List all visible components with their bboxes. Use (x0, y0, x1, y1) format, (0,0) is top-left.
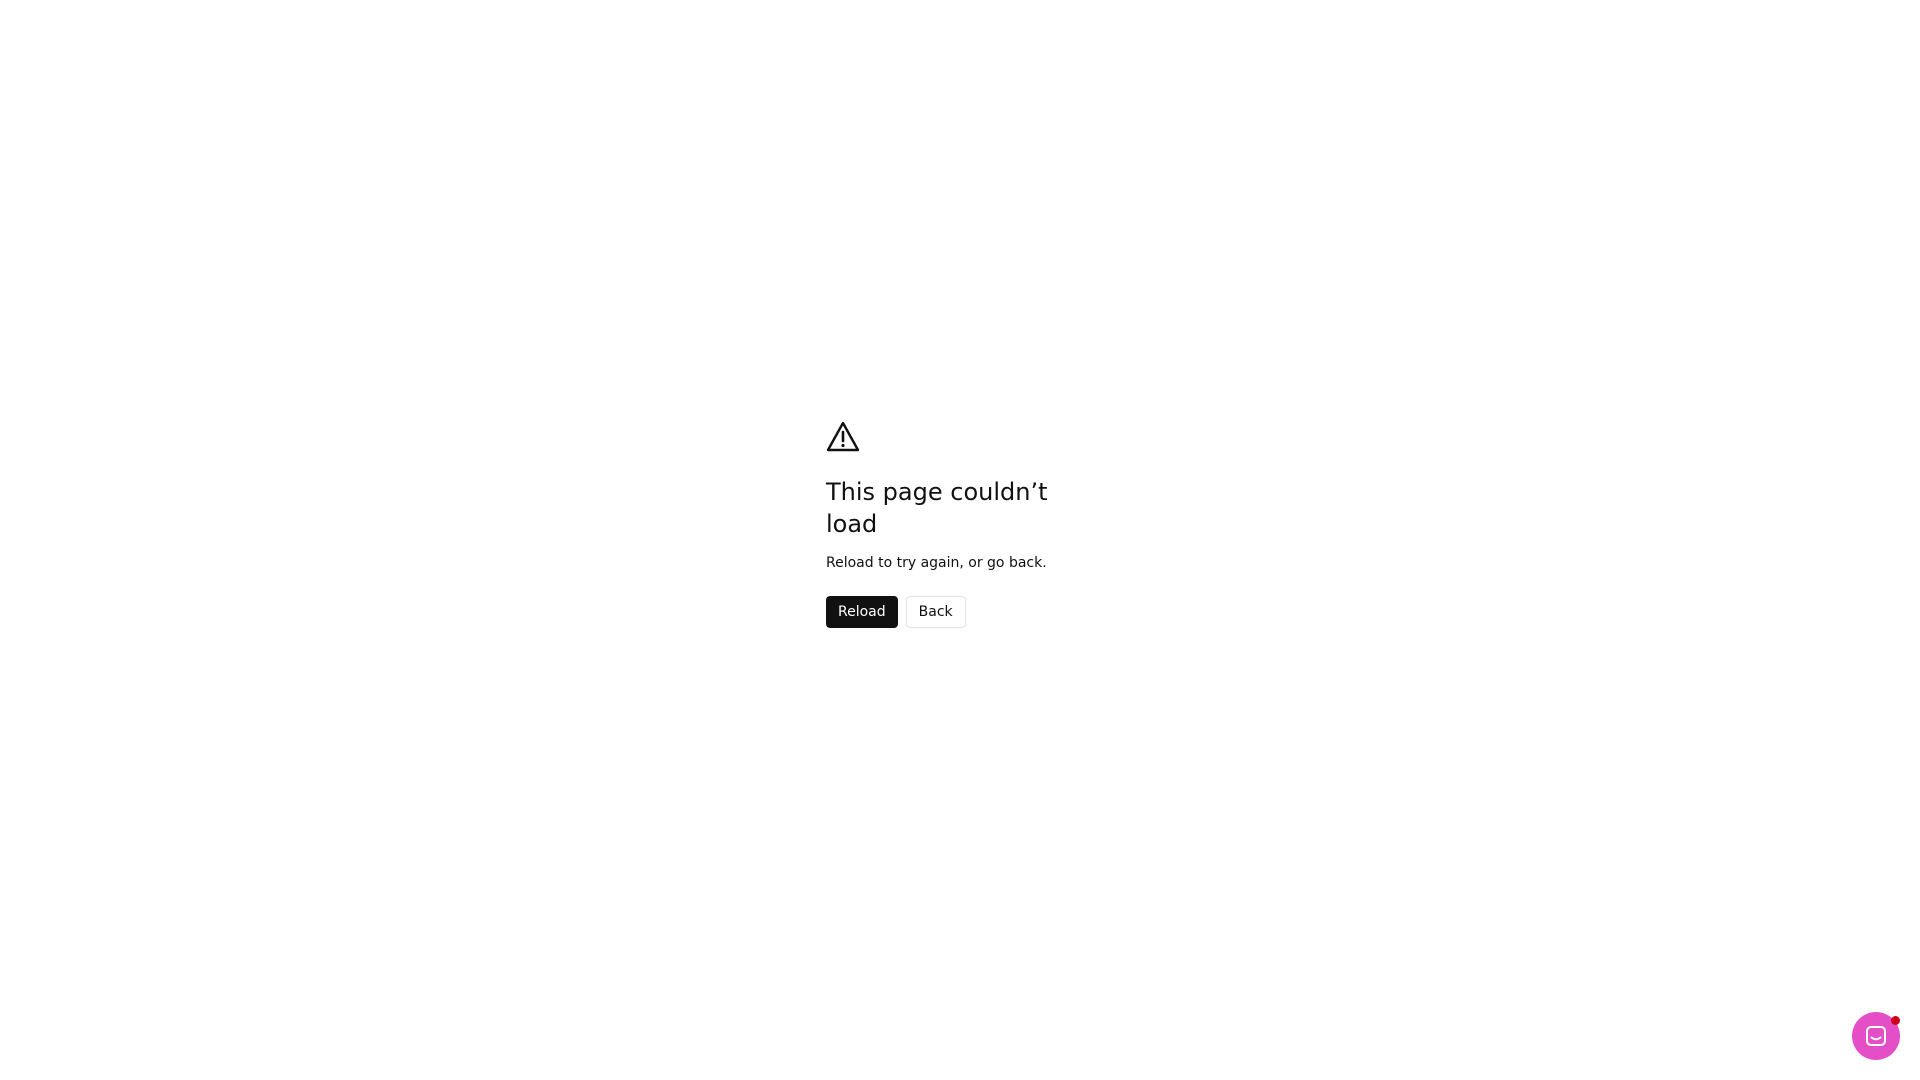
chat-bubble-icon (1866, 1026, 1886, 1046)
reload-button[interactable]: Reload (826, 596, 898, 628)
error-title: This page couldn’t load (826, 478, 1048, 538)
error-actions: Reload Back (826, 596, 1066, 628)
notification-dot (1891, 1016, 1900, 1025)
back-button[interactable]: Back (905, 596, 966, 628)
chat-launcher-button[interactable] (1852, 1012, 1900, 1060)
error-message: Reload to try again, or go back. (826, 555, 1047, 571)
error-panel: This page couldn’t load Reload to try ag… (826, 420, 1066, 628)
warning-triangle-icon (826, 421, 860, 452)
